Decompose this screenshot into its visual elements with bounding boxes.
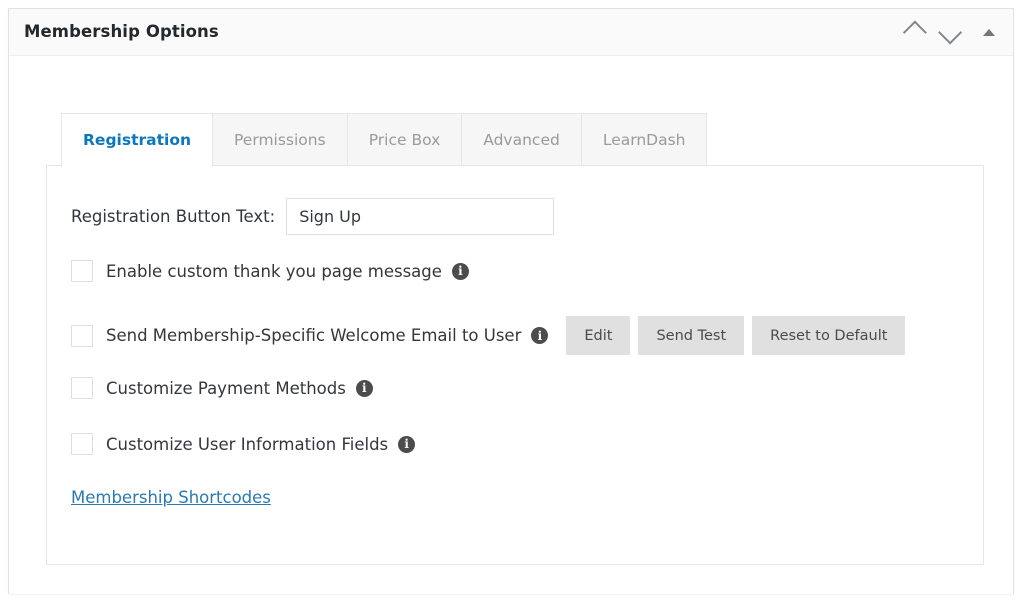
chevron-up-icon — [902, 20, 926, 44]
label-enable-custom-thank-you-page-message: Enable custom thank you page message — [106, 262, 442, 281]
info-icon-payment-methods[interactable]: i — [356, 380, 373, 397]
chevron-down-icon — [938, 20, 962, 44]
tab-permissions-label: Permissions — [234, 131, 326, 149]
triangle-up-icon — [983, 29, 995, 36]
tab-learndash[interactable]: LearnDash — [582, 113, 708, 166]
option-row-thank-you-message: Enable custom thank you page message i — [71, 260, 469, 282]
tab-registration-label: Registration — [83, 131, 191, 149]
tab-bar: Registration Permissions Price Box Advan… — [61, 113, 707, 166]
option-row-payment-methods: Customize Payment Methods i — [71, 377, 373, 399]
registration-button-text-label: Registration Button Text: — [71, 207, 275, 226]
toggle-panel-button[interactable] — [973, 16, 1005, 48]
info-icon-user-information-fields[interactable]: i — [398, 436, 415, 453]
tab-advanced[interactable]: Advanced — [462, 113, 582, 166]
option-row-user-information-fields: Customize User Information Fields i — [71, 433, 415, 455]
welcome-email-button-group: Edit Send Test Reset to Default — [566, 316, 905, 355]
panel-body: Registration Permissions Price Box Advan… — [9, 56, 1013, 594]
option-row-welcome-email: Send Membership-Specific Welcome Email t… — [71, 316, 905, 355]
tab-advanced-label: Advanced — [483, 131, 560, 149]
membership-options-panel: Membership Options Registration — [8, 8, 1014, 594]
label-customize-user-information-fields: Customize User Information Fields — [106, 435, 388, 454]
registration-button-text-input[interactable] — [286, 198, 554, 235]
tab-permissions[interactable]: Permissions — [213, 113, 348, 166]
move-up-button[interactable] — [897, 16, 929, 48]
page-title: Membership Options — [24, 9, 219, 55]
panel-header-actions — [897, 9, 1005, 55]
panel-header: Membership Options — [9, 9, 1013, 56]
tab-price-box[interactable]: Price Box — [348, 113, 463, 166]
checkbox-send-membership-specific-welcome-email[interactable] — [71, 325, 93, 347]
move-down-button[interactable] — [935, 16, 967, 48]
info-icon-thank-you-message[interactable]: i — [452, 263, 469, 280]
checkbox-customize-payment-methods[interactable] — [71, 377, 93, 399]
registration-tab-panel: Registration Button Text: Enable custom … — [46, 165, 984, 565]
tab-price-box-label: Price Box — [369, 131, 441, 149]
send-test-button[interactable]: Send Test — [638, 316, 744, 355]
info-icon-welcome-email[interactable]: i — [531, 327, 548, 344]
checkbox-enable-custom-thank-you-page-message[interactable] — [71, 260, 93, 282]
reset-to-default-button[interactable]: Reset to Default — [752, 316, 905, 355]
checkbox-customize-user-information-fields[interactable] — [71, 433, 93, 455]
screen: Membership Options Registration — [0, 0, 1024, 603]
label-customize-payment-methods: Customize Payment Methods — [106, 379, 346, 398]
tab-learndash-label: LearnDash — [603, 131, 686, 149]
registration-button-text-row: Registration Button Text: — [71, 198, 554, 235]
membership-shortcodes-link[interactable]: Membership Shortcodes — [71, 488, 271, 507]
tab-registration[interactable]: Registration — [61, 113, 213, 167]
edit-button[interactable]: Edit — [566, 316, 630, 355]
label-send-membership-specific-welcome-email: Send Membership-Specific Welcome Email t… — [106, 326, 521, 345]
